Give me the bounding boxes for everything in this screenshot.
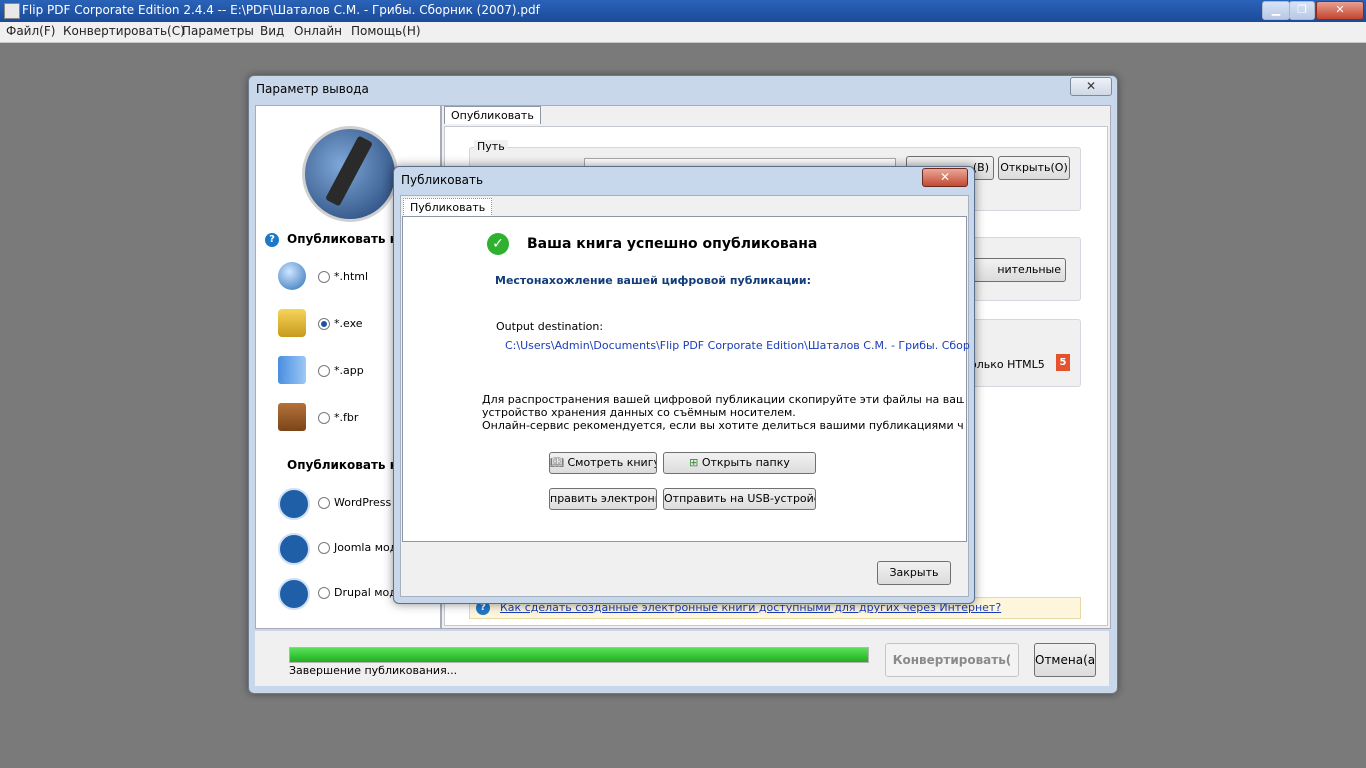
- lock-icon: [278, 309, 306, 337]
- menu-online[interactable]: Онлайн: [294, 24, 342, 38]
- info-line-3: Онлайн-сервис рекомендуется, если вы хот…: [482, 419, 964, 432]
- minimize-button[interactable]: ▁: [1262, 1, 1290, 20]
- book-logo-shape: [325, 135, 373, 207]
- format-exe-label: *.exe: [334, 317, 363, 330]
- menu-help[interactable]: Помощь(H): [351, 24, 421, 38]
- success-title: Ваша книга успешно опубликована: [527, 236, 818, 252]
- send-email-button[interactable]: править электронное: [549, 488, 657, 510]
- format-html-label: *.html: [334, 270, 369, 283]
- close-button[interactable]: ✕: [1316, 1, 1364, 20]
- format-fbr-label: *.fbr: [334, 411, 359, 424]
- window-title: Flip PDF Corporate Edition 2.4.4 -- E:\P…: [22, 3, 540, 17]
- cancel-button[interactable]: Отмена(а): [1034, 643, 1096, 677]
- publish-dialog: Публиковать ✕ Публиковать ✓ Ваша книга у…: [393, 166, 975, 604]
- radio-exe[interactable]: [318, 318, 330, 330]
- menu-view[interactable]: Вид: [260, 24, 284, 38]
- radio-app[interactable]: [318, 365, 330, 377]
- progress-bar-area: Завершение публикования... Конвертироват…: [255, 631, 1109, 686]
- app-icon: [4, 3, 20, 19]
- dialog-title: Параметр вывода: [256, 82, 369, 96]
- status-text: Завершение публикования...: [289, 664, 458, 677]
- path-label: Путь: [474, 140, 508, 153]
- open-folder-label: Открыть папку: [701, 456, 790, 469]
- view-book-label: Смотреть книгу: [567, 456, 657, 469]
- publish-dialog-title: Публиковать: [401, 173, 484, 187]
- output-destination-label: Output destination:: [496, 320, 604, 333]
- mac-finder-icon: [278, 356, 306, 384]
- output-path-link[interactable]: C:\Users\Admin\Documents\Flip PDF Corpor…: [505, 339, 970, 352]
- success-check-icon: ✓: [487, 233, 509, 255]
- wordpress-icon: [278, 488, 310, 520]
- info-line-1: Для распространения вашей цифровой публи…: [482, 393, 964, 406]
- publish-dialog-body: Публиковать ✓ Ваша книга успешно опублик…: [400, 195, 970, 597]
- publish-as-heading: Опубликовать ка: [287, 232, 406, 246]
- app-logo: [302, 126, 398, 222]
- tab-publish[interactable]: Опубликовать: [444, 106, 541, 124]
- publish-as-plugin-heading: Опубликовать ка: [287, 458, 406, 472]
- advanced-button[interactable]: нительные: [970, 258, 1066, 282]
- html5-icon: 5: [1056, 354, 1070, 371]
- book-open-icon: 📖︎: [550, 456, 568, 469]
- menu-bar: Файл(F) Конвертировать(C) Параметры Вид …: [0, 22, 1366, 43]
- progress-fill: [290, 648, 868, 662]
- location-heading: Местонахожление вашей цифровой публикаци…: [495, 274, 811, 287]
- dialog-close-button[interactable]: ✕: [1070, 77, 1112, 96]
- folder-tree-icon: ⊞: [689, 456, 702, 469]
- publish-dialog-close-button[interactable]: ✕: [922, 168, 968, 187]
- open-folder-button[interactable]: ⊞ Открыть папку: [663, 452, 816, 474]
- progress-track: [289, 647, 869, 663]
- format-app-label: *.app: [334, 364, 364, 377]
- joomla-icon: [278, 533, 310, 565]
- publish-result-content: ✓ Ваша книга успешно опубликована Местон…: [402, 216, 970, 542]
- maximize-button[interactable]: ❐: [1289, 1, 1315, 20]
- send-usb-button[interactable]: Отправить на USB-устройсте: [663, 488, 816, 510]
- book-icon: [278, 403, 306, 431]
- close-publish-button[interactable]: Закрыть: [877, 561, 951, 585]
- globe-icon: [278, 262, 306, 290]
- open-button[interactable]: Открыть(O): [998, 156, 1070, 180]
- menu-convert[interactable]: Конвертировать(C): [63, 24, 185, 38]
- radio-wordpress[interactable]: [318, 497, 330, 509]
- radio-fbr[interactable]: [318, 412, 330, 424]
- radio-drupal[interactable]: [318, 587, 330, 599]
- info-line-2: устройство хранения данных со съёмным но…: [482, 406, 796, 419]
- radio-html[interactable]: [318, 271, 330, 283]
- distribution-info: Для распространения вашей цифровой публи…: [482, 393, 964, 432]
- html5-only-label: олько HTML5: [970, 358, 1045, 371]
- drupal-icon: [278, 578, 310, 610]
- app-titlebar: Flip PDF Corporate Edition 2.4.4 -- E:\P…: [0, 0, 1366, 22]
- help-icon[interactable]: ?: [265, 233, 279, 247]
- radio-joomla[interactable]: [318, 542, 330, 554]
- menu-params[interactable]: Параметры: [182, 24, 254, 38]
- menu-file[interactable]: Файл(F): [6, 24, 55, 38]
- view-book-button[interactable]: 📖︎ Смотреть книгу: [549, 452, 657, 474]
- convert-button[interactable]: Конвертировать(: [885, 643, 1019, 677]
